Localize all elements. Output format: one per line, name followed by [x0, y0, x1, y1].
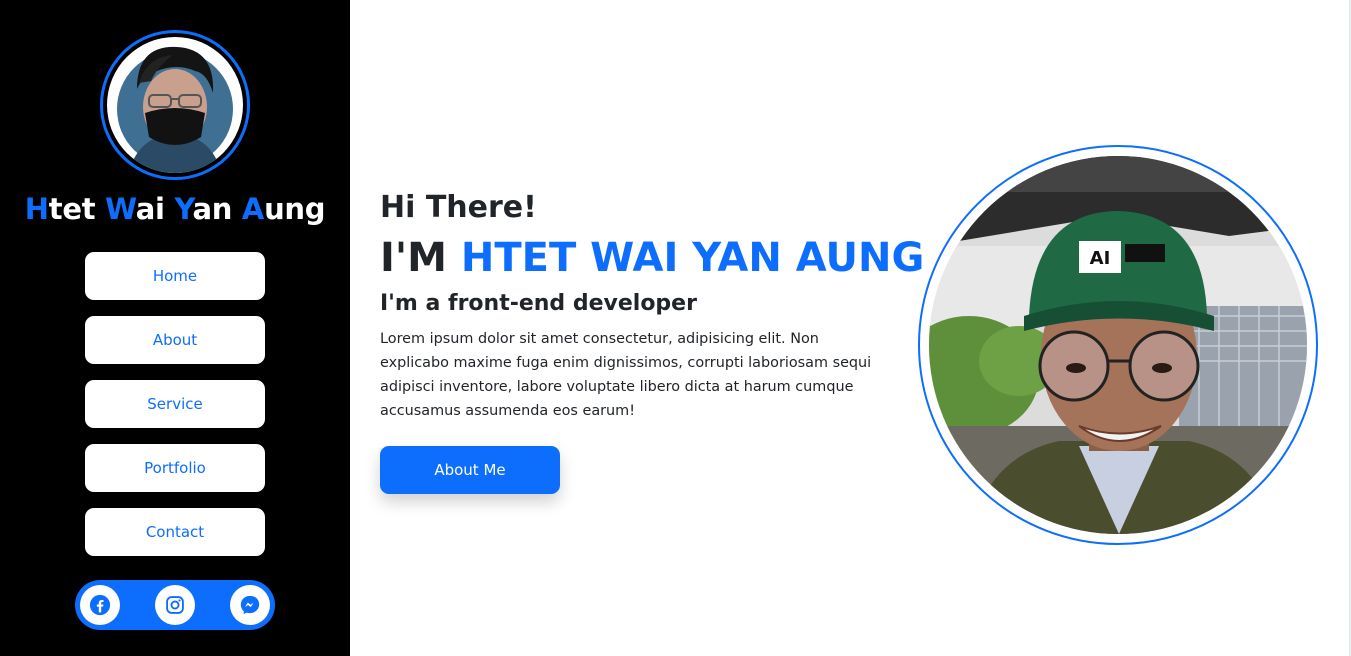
svg-text:AI: AI: [1090, 248, 1111, 269]
brand-rest: an: [192, 192, 242, 226]
profile-photo-ring: AI: [918, 145, 1318, 545]
profile-photo: AI: [929, 156, 1307, 534]
avatar: [107, 37, 243, 173]
nav-about-button[interactable]: About: [85, 316, 265, 364]
nav-service-button[interactable]: Service: [85, 380, 265, 428]
messenger-icon: [240, 595, 260, 615]
nav-home-button[interactable]: Home: [85, 252, 265, 300]
role-subtitle: I'm a front-end developer: [380, 291, 697, 316]
greeting: Hi There!: [380, 190, 537, 225]
brand-initial: W: [105, 192, 136, 226]
brand-initial: Y: [174, 192, 193, 226]
facebook-link[interactable]: [80, 585, 120, 625]
avatar-ring: [100, 30, 250, 180]
facebook-icon: [89, 594, 111, 616]
instagram-link[interactable]: [155, 585, 195, 625]
sidebar: Htet Wai Yan Aung Home About Service Por…: [0, 0, 350, 656]
brand-rest: ung: [264, 192, 326, 226]
nav-portfolio-button[interactable]: Portfolio: [85, 444, 265, 492]
nav-contact-button[interactable]: Contact: [85, 508, 265, 556]
hero-title: I'M HTET WAI YAN AUNG: [380, 235, 924, 281]
instagram-icon: [166, 596, 184, 614]
title-prefix: I'M: [380, 235, 447, 281]
about-me-button[interactable]: About Me: [380, 446, 560, 494]
profile-photo-image: AI: [929, 156, 1307, 534]
messenger-link[interactable]: [230, 585, 270, 625]
avatar-illustration: [117, 46, 233, 173]
brand-initial: H: [24, 192, 49, 226]
brand-rest: ai: [135, 192, 175, 226]
social-links-bar: [75, 580, 275, 630]
title-name: HTET WAI YAN AUNG: [460, 235, 925, 281]
brand-initial: A: [241, 192, 265, 226]
brand-name: Htet Wai Yan Aung: [0, 192, 350, 226]
brand-rest: tet: [48, 192, 106, 226]
hero-description: Lorem ipsum dolor sit amet consectetur, …: [380, 331, 872, 419]
